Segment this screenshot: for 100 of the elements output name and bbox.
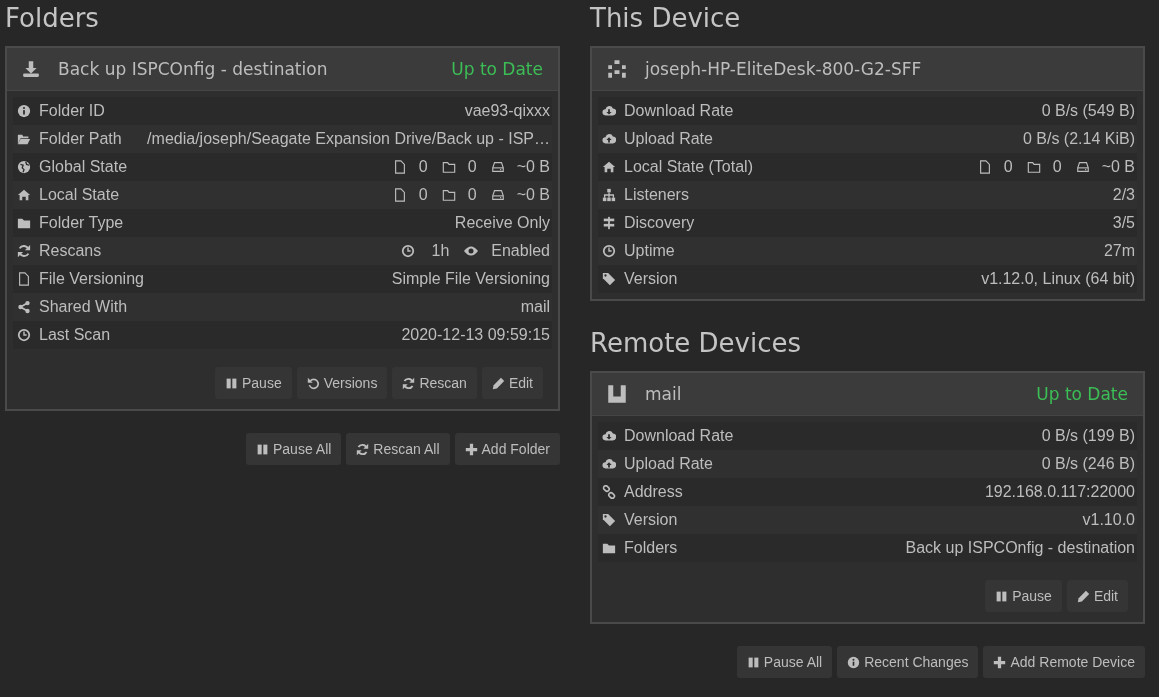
row-label: Discovery [624,214,695,232]
row-label: Folder ID [39,102,105,120]
folder-status: Up to Date [451,59,543,79]
folder-icon [602,541,616,555]
watcher-status: Enabled [491,242,550,260]
pause-icon [225,376,238,390]
row-value: vae93-qixxx [464,102,550,120]
row-label: Folders [624,539,678,557]
row-label: File Versioning [39,270,144,288]
cloud-upload-icon [602,132,616,146]
row-value: 0 B/s (2.14 KiB) [1022,130,1135,148]
row-label: Global State [39,158,128,176]
pencil-icon [1076,589,1090,603]
row-label: Version [624,270,678,288]
section-title: Folders [5,2,100,35]
clock-icon [401,244,416,258]
folder-icon [441,188,456,202]
action-button[interactable]: Pause All [246,433,342,465]
row-label: Download Rate [624,427,734,445]
refresh-icon [17,244,31,258]
action-button[interactable]: Rescan All [346,433,450,465]
folder-icon [17,216,31,230]
row-label: Local State [39,186,120,204]
action-button[interactable]: Pause [215,367,292,399]
row-label: Address [624,483,683,501]
file-count: 0 [1003,158,1013,176]
folder-count: 0 [1052,158,1062,176]
tag-icon [602,272,616,286]
pause-icon [995,589,1009,603]
row-label: Version [624,511,678,529]
file-count: 0 [418,186,428,204]
refresh-icon [402,376,416,390]
row-value: 27m [1103,242,1135,260]
row-label: Local State (Total) [624,158,753,176]
cloud-download-icon [602,429,616,443]
row-label: Folder Type [39,214,124,232]
download-icon [22,60,40,78]
size-value: ~0 B [1101,158,1135,176]
device-identicon-icon [607,384,627,404]
action-button[interactable]: Add Folder [454,433,560,465]
info-icon [17,104,31,118]
folder-icon [1026,160,1041,174]
row-value: Back up ISPCOnfig - destination [905,539,1135,557]
pause-icon [746,655,760,669]
home-icon [602,160,616,174]
folder-count: 0 [467,186,477,204]
row-label: Last Scan [39,326,111,344]
row-label: Folder Path [39,130,122,148]
row-label: Upload Rate [624,455,713,473]
action-button[interactable]: Pause [985,580,1062,612]
row-value: Simple File Versioning [391,270,550,288]
file-icon [977,160,992,174]
cloud-download-icon [602,104,616,118]
open-folder-icon [17,132,31,146]
section-title: This Device [590,2,742,35]
row-value: 0 B/s (549 B) [1041,102,1135,120]
share-icon [17,300,31,314]
folder-name[interactable]: Back up ISPCOnfig - destination [58,59,452,79]
row-value: 2/3 [1112,186,1135,204]
device-name[interactable]: mail [645,384,1037,404]
rescan-interval: 1h [430,242,450,260]
row-value: Receive Only [454,214,550,232]
action-button[interactable]: Rescan [392,367,477,399]
row-label: Download Rate [624,102,734,120]
section-title: Remote Devices [590,327,803,360]
action-button[interactable]: Edit [481,367,543,399]
row-label: Listeners [624,186,689,204]
folder-icon [441,160,456,174]
plus-icon [993,655,1007,669]
pause-icon [256,442,269,456]
file-icon [392,188,407,202]
drive-icon [1075,160,1090,174]
row-value: v1.10.0 [1082,511,1135,529]
row-label: Rescans [39,242,102,260]
action-button[interactable]: Recent Changes [837,646,979,678]
refresh-icon [356,442,370,456]
row-value: 2020-12-13 09:59:15 [401,326,550,344]
device-identicon-icon [607,59,627,79]
clock-icon [602,244,616,258]
plus-icon [464,442,478,456]
signpost-icon [602,216,616,230]
row-value: /media/joseph/Seagate Expansion Drive/Back up - ISP… [147,130,550,148]
row-label: Uptime [624,242,675,260]
action-button[interactable]: Pause All [736,646,833,678]
row-value: mail [520,298,550,316]
row-value: v1.12.0, Linux (64 bit) [981,270,1135,288]
tag-icon [602,513,616,527]
info-icon [847,655,861,669]
size-value: ~0 B [516,158,550,176]
size-value: ~0 B [516,186,550,204]
row-label: Upload Rate [624,130,713,148]
action-button[interactable]: Edit [1066,580,1128,612]
action-button[interactable]: Versions [296,367,388,399]
action-button[interactable]: Add Remote Device [983,646,1145,678]
drive-icon [490,160,505,174]
file-icon [17,272,31,286]
file-icon [392,160,407,174]
row-label: Shared With [39,298,128,316]
home-icon [17,188,31,202]
row-value: 0 B/s (246 B) [1041,455,1135,473]
